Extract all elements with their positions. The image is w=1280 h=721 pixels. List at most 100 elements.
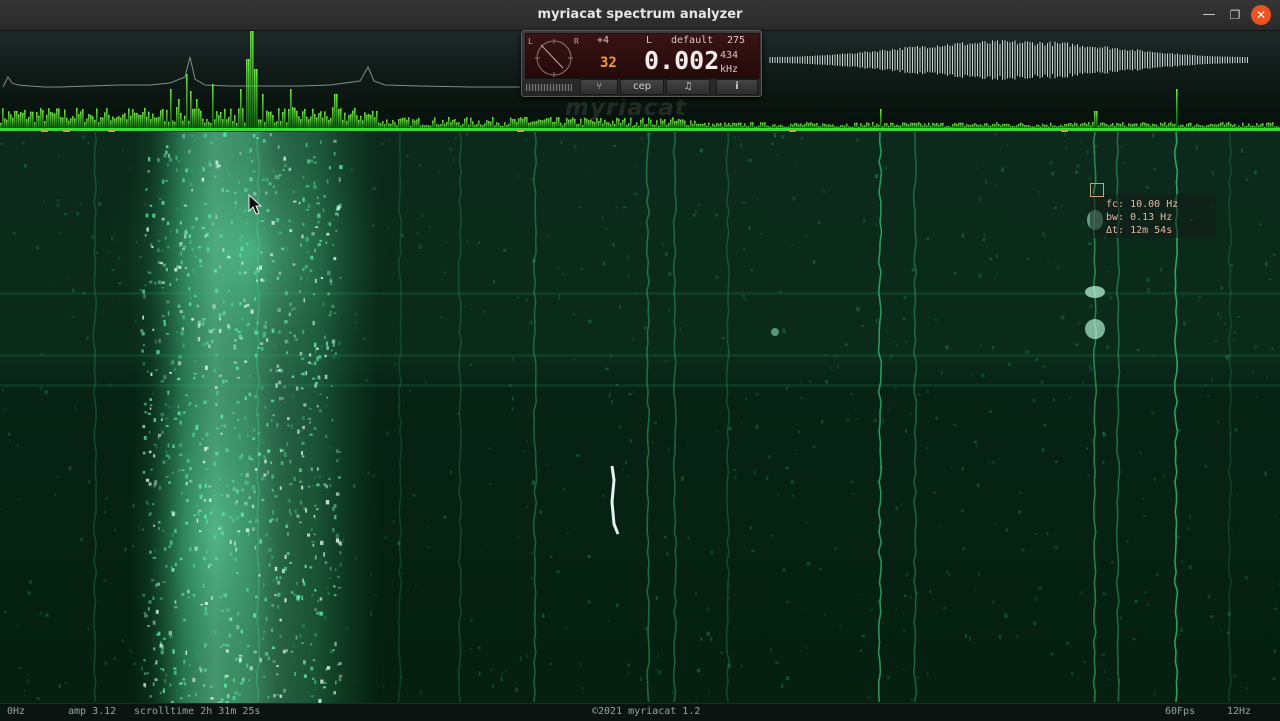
- speckle: [255, 468, 257, 470]
- speckle: [300, 277, 302, 281]
- spectrum-bar: [290, 89, 292, 129]
- speckle: [478, 647, 481, 650]
- speckle: [204, 499, 206, 501]
- frequency-readout-box: fc: 10.00 Hz bw: 0.13 Hz Δt: 12m 54s: [1090, 194, 1216, 238]
- speckle: [237, 419, 239, 421]
- speckle: [1034, 533, 1037, 535]
- speckle: [186, 482, 188, 485]
- speckle: [214, 536, 216, 539]
- speckle: [310, 434, 313, 436]
- speckle: [425, 381, 427, 383]
- gain-value[interactable]: +4: [597, 35, 609, 46]
- speckle: [142, 529, 144, 531]
- speckle: [92, 235, 94, 239]
- speckle: [214, 175, 216, 178]
- speckle: [363, 338, 366, 340]
- speckle: [272, 260, 275, 262]
- speckle: [335, 230, 337, 232]
- scrolltime-label[interactable]: scrolltime 2h 31m 25s: [134, 706, 260, 717]
- speckle: [226, 615, 228, 617]
- minimize-icon[interactable]: —: [1199, 5, 1219, 25]
- speckle: [178, 405, 180, 409]
- speckle: [210, 164, 212, 167]
- speckle: [793, 197, 795, 201]
- speckle: [788, 137, 790, 139]
- speckle: [276, 518, 278, 522]
- spectrum-bar: [212, 84, 214, 129]
- speckle: [219, 317, 221, 320]
- speckle: [1183, 321, 1186, 325]
- speckle: [971, 372, 973, 376]
- speckle: [912, 268, 915, 271]
- spectrum-bar: [132, 109, 134, 129]
- speckle: [628, 671, 630, 674]
- spectrum-bar: [222, 119, 224, 129]
- speckle: [305, 565, 307, 568]
- speckle: [1256, 396, 1258, 398]
- spectrum-bar: [1096, 111, 1098, 129]
- speckle: [268, 563, 270, 567]
- speckle: [308, 214, 310, 216]
- spectrum-bar: [50, 112, 52, 129]
- speckle: [326, 500, 329, 504]
- speckle: [266, 338, 268, 341]
- speckle: [992, 461, 995, 463]
- speckle: [211, 508, 213, 512]
- speckle: [202, 375, 204, 378]
- channel-value[interactable]: L: [646, 35, 652, 46]
- speckle: [295, 512, 298, 515]
- speckle: [122, 639, 124, 642]
- speckle: [316, 484, 319, 487]
- spectrum-bar: [234, 115, 236, 129]
- speckle: [962, 467, 964, 470]
- speckle: [962, 234, 964, 238]
- restore-icon[interactable]: ❐: [1225, 5, 1245, 25]
- preset-name[interactable]: default: [671, 35, 713, 46]
- speckle: [609, 393, 611, 397]
- speckle: [176, 331, 178, 333]
- speckle: [661, 243, 664, 247]
- level-dial-icon[interactable]: L R: [527, 35, 581, 77]
- cepstrum-button[interactable]: cep: [620, 79, 664, 95]
- speckle: [965, 634, 967, 638]
- speckle: [272, 414, 275, 416]
- speckle: [346, 627, 349, 629]
- speckle: [124, 548, 127, 550]
- speckle: [213, 369, 215, 372]
- spectrum-bar: [40, 108, 42, 129]
- spectrum-bar: [48, 108, 50, 129]
- tuning-fork-icon[interactable]: ⑂: [580, 79, 618, 95]
- speckle: [1083, 222, 1085, 226]
- speckle: [938, 525, 941, 528]
- speckle: [933, 491, 936, 494]
- amplitude-label[interactable]: amp 3.12: [68, 706, 116, 717]
- speckle: [512, 396, 514, 400]
- speckle: [608, 619, 610, 621]
- speckle: [314, 609, 317, 611]
- spectrogram-waterfall[interactable]: [0, 132, 1280, 703]
- speckle: [242, 677, 245, 679]
- speckle: [178, 411, 181, 415]
- speckle: [227, 324, 230, 328]
- speckle: [728, 427, 731, 431]
- speckle: [338, 341, 341, 345]
- speckle: [745, 397, 747, 400]
- info-icon[interactable]: i: [716, 79, 758, 95]
- close-icon[interactable]: ✕: [1251, 5, 1271, 25]
- speckle: [167, 300, 170, 303]
- speckle: [168, 457, 170, 460]
- speckle: [144, 403, 147, 406]
- selection-marker[interactable]: [1090, 183, 1104, 197]
- speckle: [88, 142, 90, 144]
- speckle: [380, 143, 383, 146]
- speckle: [530, 577, 533, 580]
- spectrum-bar: [412, 119, 414, 129]
- music-note-icon[interactable]: ♫: [666, 79, 710, 95]
- speckle: [325, 241, 327, 244]
- speckle: [291, 308, 293, 310]
- spectrum-bar: [268, 112, 270, 129]
- horizontal-band: [0, 384, 1280, 387]
- spectrum-bar: [486, 120, 488, 129]
- speckle: [1197, 300, 1200, 302]
- spectrum-bar: [292, 107, 294, 129]
